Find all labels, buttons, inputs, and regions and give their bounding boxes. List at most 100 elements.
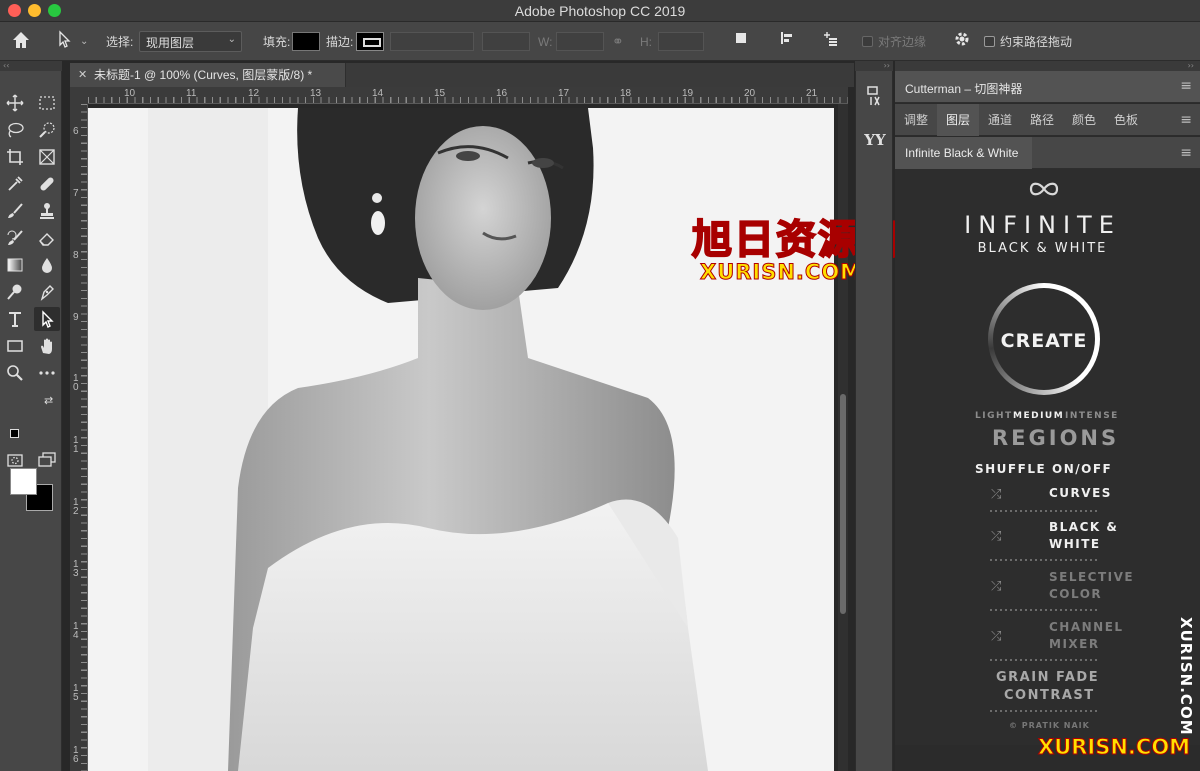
more-tools-icon[interactable] — [34, 361, 60, 385]
tab-paths[interactable]: 路径 — [1021, 104, 1063, 136]
title-bar: Adobe Photoshop CC 2019 — [0, 0, 1200, 22]
hand-tool-icon[interactable] — [34, 334, 60, 358]
home-icon[interactable] — [10, 30, 32, 52]
strength-light[interactable]: LIGHT — [975, 411, 1013, 421]
constrain-path-checkbox[interactable] — [984, 36, 995, 47]
brush-tool-icon[interactable] — [2, 199, 28, 223]
panel-menu-icon[interactable]: ≡ — [1180, 145, 1192, 161]
screen-mode-icon[interactable] — [34, 448, 60, 472]
curves-toggle[interactable]: CURVES — [1049, 485, 1112, 502]
row-divider — [990, 710, 1100, 712]
clone-stamp-tool-icon[interactable] — [34, 199, 60, 223]
zoom-tool-icon[interactable] — [2, 361, 28, 385]
tab-layers[interactable]: 图层 — [937, 104, 979, 136]
quick-selection-tool-icon[interactable] — [34, 118, 60, 142]
options-bar: ⌄ 选择: 现用图层 ⌄ 填充: 描边: W: ⚭ H: 对齐边缘 约束路径拖动 — [0, 22, 1200, 61]
frame-tool-icon[interactable] — [34, 145, 60, 169]
toolbar-collapse-strip[interactable]: ‹‹ — [0, 61, 62, 71]
ruler-label: 1 6 — [73, 745, 79, 765]
tab-channels[interactable]: 通道 — [979, 104, 1021, 136]
history-brush-tool-icon[interactable] — [2, 226, 28, 250]
horizontal-ruler[interactable]: 10 11 12 13 14 15 16 17 18 19 20 21 — [88, 87, 848, 104]
path-selection-tool-icon[interactable] — [34, 307, 60, 331]
strength-medium[interactable]: MEDIUM — [1013, 411, 1064, 421]
crop-tool-icon[interactable] — [2, 145, 28, 169]
tab-color[interactable]: 颜色 — [1063, 104, 1105, 136]
grain-fade-button[interactable]: GRAIN FADE — [996, 670, 1099, 685]
height-label: H: — [640, 34, 652, 49]
select-dropdown[interactable]: 现用图层 ⌄ — [139, 31, 242, 52]
selective-color-toggle[interactable]: SELECTIVE COLOR — [1049, 569, 1145, 603]
select-value: 现用图层 — [146, 36, 195, 50]
path-alignment-icon[interactable] — [776, 30, 798, 52]
gradient-tool-icon[interactable] — [2, 253, 28, 277]
close-document-icon[interactable]: ✕ — [78, 63, 87, 87]
shuffle-icon[interactable]: ⤮ — [991, 487, 1009, 502]
ruler-label: 7 — [73, 188, 79, 199]
move-tool-preset-icon[interactable] — [54, 30, 76, 52]
infinite-plugin-panel-icon[interactable]: YY — [862, 127, 888, 153]
panel-collapse-strip[interactable]: ›› — [895, 61, 1200, 71]
width-field[interactable] — [556, 32, 604, 51]
stroke-width-field[interactable] — [390, 32, 474, 51]
ruler-label: 6 — [73, 126, 79, 137]
pen-tool-icon[interactable] — [34, 280, 60, 304]
vertical-ruler[interactable]: 6 7 8 9 1 0 1 1 1 2 1 3 1 4 1 5 1 6 — [70, 104, 88, 771]
chevron-down-icon[interactable]: ⌄ — [80, 22, 88, 61]
document-canvas[interactable] — [88, 108, 834, 771]
blur-tool-icon[interactable] — [34, 253, 60, 277]
path-arrangement-icon[interactable] — [820, 30, 842, 52]
fill-swatch[interactable] — [292, 32, 320, 51]
lasso-tool-icon[interactable] — [2, 118, 28, 142]
vertical-scrollbar[interactable] — [838, 104, 848, 771]
strength-intense[interactable]: INTENSE — [1065, 411, 1119, 421]
black-white-toggle[interactable]: BLACK & WHITE — [1049, 519, 1129, 553]
tab-swatches[interactable]: 色板 — [1105, 104, 1147, 136]
channel-mixer-toggle[interactable]: CHANNEL MIXER — [1049, 619, 1139, 653]
plugin-panel-header: Infinite Black & White ≡ — [895, 137, 1200, 169]
chevron-down-icon: ⌄ — [227, 34, 236, 45]
scrollbar-thumb[interactable] — [840, 394, 846, 614]
marquee-tool-icon[interactable] — [34, 91, 60, 115]
panel-menu-icon[interactable]: ≡ — [1180, 78, 1192, 94]
ruler-label: 1 0 — [73, 373, 79, 393]
ruler-origin[interactable] — [70, 87, 88, 104]
plugin-title: INFINITE — [964, 211, 1121, 239]
eraser-tool-icon[interactable] — [34, 226, 60, 250]
regions-button[interactable]: REGIONS — [992, 426, 1119, 450]
link-icon[interactable]: ⚭ — [612, 22, 624, 61]
create-button[interactable]: CREATE — [988, 283, 1100, 395]
plugin-tab[interactable]: Infinite Black & White — [895, 137, 1032, 169]
shuffle-icon[interactable]: ⤮ — [991, 579, 1009, 594]
rectangle-tool-icon[interactable] — [2, 334, 28, 358]
stroke-swatch[interactable] — [356, 32, 384, 51]
cutterman-panel-header[interactable]: Cutterman – 切图神器 ≡ — [895, 71, 1200, 103]
shuffle-icon[interactable]: ⤮ — [991, 629, 1009, 644]
swap-colors-icon[interactable]: ⇄ — [44, 394, 53, 407]
cutterman-panel-icon[interactable] — [862, 85, 888, 111]
document-tab[interactable]: ✕ 未标题-1 @ 100% (Curves, 图层蒙版/8) * — [70, 63, 346, 87]
panel-menu-icon[interactable]: ≡ — [1180, 112, 1192, 128]
contrast-button[interactable]: CONTRAST — [1004, 688, 1095, 703]
credit-text: © PRATIK NAIK — [1009, 721, 1090, 730]
icon-column-collapse-strip[interactable]: ›› — [855, 61, 893, 71]
align-edges-checkbox[interactable] — [862, 36, 873, 47]
dodge-tool-icon[interactable] — [2, 280, 28, 304]
gear-icon[interactable] — [951, 30, 973, 52]
canvas-area[interactable] — [88, 104, 848, 771]
row-divider — [990, 510, 1100, 512]
ruler-label: 13 — [310, 88, 322, 99]
tab-adjustments[interactable]: 调整 — [895, 104, 937, 136]
default-colors-icon[interactable] — [10, 429, 19, 438]
healing-brush-tool-icon[interactable] — [34, 172, 60, 196]
shuffle-icon[interactable]: ⤮ — [991, 529, 1009, 544]
move-tool-icon[interactable] — [2, 91, 28, 115]
stroke-type-dropdown[interactable] — [482, 32, 530, 51]
foreground-color-swatch[interactable] — [10, 468, 37, 495]
ruler-label: 11 — [186, 88, 197, 99]
eyedropper-tool-icon[interactable] — [2, 172, 28, 196]
height-field[interactable] — [658, 32, 704, 51]
type-tool-icon[interactable] — [2, 307, 28, 331]
document-tab-title: 未标题-1 @ 100% (Curves, 图层蒙版/8) * — [94, 68, 313, 82]
path-operations-icon[interactable] — [730, 30, 752, 52]
